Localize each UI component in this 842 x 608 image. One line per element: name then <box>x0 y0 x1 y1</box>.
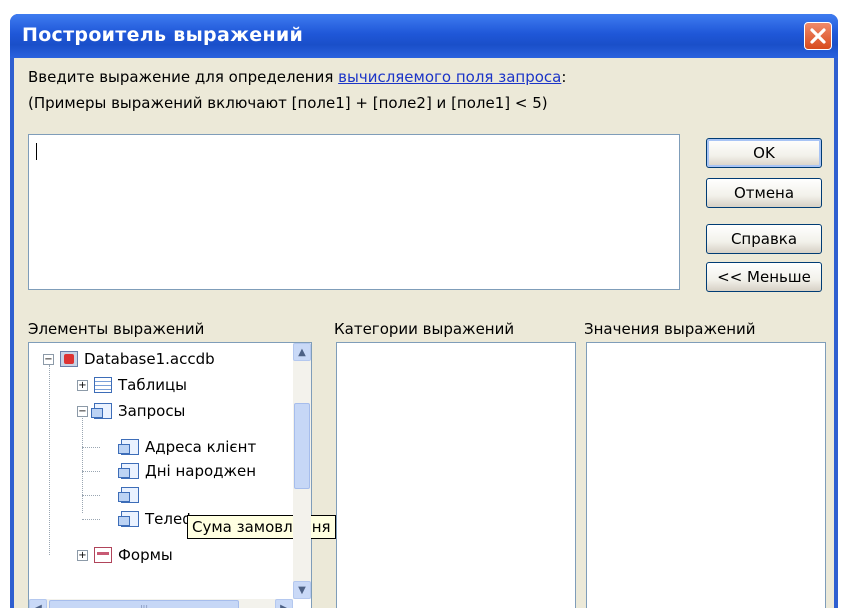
tree-node-label: Адреса клієнт <box>145 438 257 456</box>
query-icon <box>118 487 139 503</box>
values-label: Значения выражений <box>584 320 756 338</box>
less-button[interactable]: << Меньше <box>706 262 822 292</box>
query-icon <box>118 463 139 479</box>
collapse-icon[interactable]: − <box>77 405 88 417</box>
tree-node-label: Формы <box>118 546 173 564</box>
ok-button[interactable]: OK <box>706 138 822 168</box>
tree-node-query[interactable]: Адреса клієнт <box>118 435 257 459</box>
collapse-icon[interactable]: − <box>43 353 54 365</box>
tree-node-database[interactable]: − Database1.accdb <box>43 347 215 371</box>
tree-connector <box>49 365 50 555</box>
tree-connector <box>82 415 83 513</box>
values-list[interactable] <box>586 342 826 608</box>
dialog-body: Введите выражение для определения вычисл… <box>14 58 834 608</box>
query-icon <box>91 403 112 419</box>
tree-connector <box>82 495 100 496</box>
scroll-right-icon[interactable]: ▶ <box>275 599 293 608</box>
expression-input[interactable] <box>28 134 680 290</box>
vertical-scrollbar[interactable]: ▲ ▼ <box>293 343 311 599</box>
calculated-field-link[interactable]: вычисляемого поля запроса <box>338 68 561 86</box>
tree-node-queries[interactable]: − Запросы <box>77 399 185 423</box>
tree-connector <box>82 447 100 448</box>
instruction-text: Введите выражение для определения <box>28 68 339 86</box>
elements-tree[interactable]: − Database1.accdb + Таблицы − Запросы Ад… <box>28 342 336 608</box>
cancel-button[interactable]: Отмена <box>706 178 822 208</box>
table-icon <box>94 377 112 393</box>
title-bar[interactable]: Построитель выражений <box>10 14 838 58</box>
instruction-line-1: Введите выражение для определения вычисл… <box>28 68 566 86</box>
tree-node-label: Database1.accdb <box>84 350 215 368</box>
tree-node-forms[interactable]: + Формы <box>77 543 173 567</box>
expand-icon[interactable]: + <box>77 549 88 561</box>
elements-label: Элементы выражений <box>28 320 205 338</box>
scroll-left-icon[interactable]: ◀ <box>29 599 47 608</box>
scroll-up-icon[interactable]: ▲ <box>293 343 311 361</box>
close-icon <box>810 28 826 44</box>
query-icon <box>118 511 139 527</box>
tooltip: Сума замовлення <box>187 515 336 539</box>
tree-connector <box>82 471 100 472</box>
instruction-colon: : <box>561 68 567 86</box>
categories-label: Категории выражений <box>334 320 515 338</box>
categories-list[interactable] <box>336 342 576 608</box>
tree-node-query[interactable]: Дні народжен <box>118 459 257 483</box>
vertical-scroll-thumb[interactable] <box>294 403 310 489</box>
expression-builder-dialog: Построитель выражений Введите выражение … <box>10 14 838 608</box>
query-icon <box>118 439 139 455</box>
database-icon <box>60 351 78 367</box>
horizontal-scroll-thumb[interactable]: ||| <box>49 600 239 608</box>
instruction-line-2: (Примеры выражений включают [поле1] + [п… <box>28 94 548 112</box>
form-icon <box>94 547 112 563</box>
expand-icon[interactable]: + <box>77 379 88 391</box>
horizontal-scrollbar[interactable]: ◀ ||| ▶ <box>29 599 293 608</box>
help-button[interactable]: Справка <box>706 224 822 254</box>
tree-node-label: Дні народжен <box>145 462 257 480</box>
scroll-down-icon[interactable]: ▼ <box>293 581 311 599</box>
tree-node-query[interactable] <box>118 483 145 507</box>
window-title: Построитель выражений <box>22 24 304 46</box>
close-button[interactable] <box>804 22 832 50</box>
tree-node-tables[interactable]: + Таблицы <box>77 373 187 397</box>
text-caret <box>36 143 37 160</box>
tree-node-label: Запросы <box>118 402 186 420</box>
tree-connector <box>82 519 100 520</box>
tree-node-label: Таблицы <box>118 376 187 394</box>
